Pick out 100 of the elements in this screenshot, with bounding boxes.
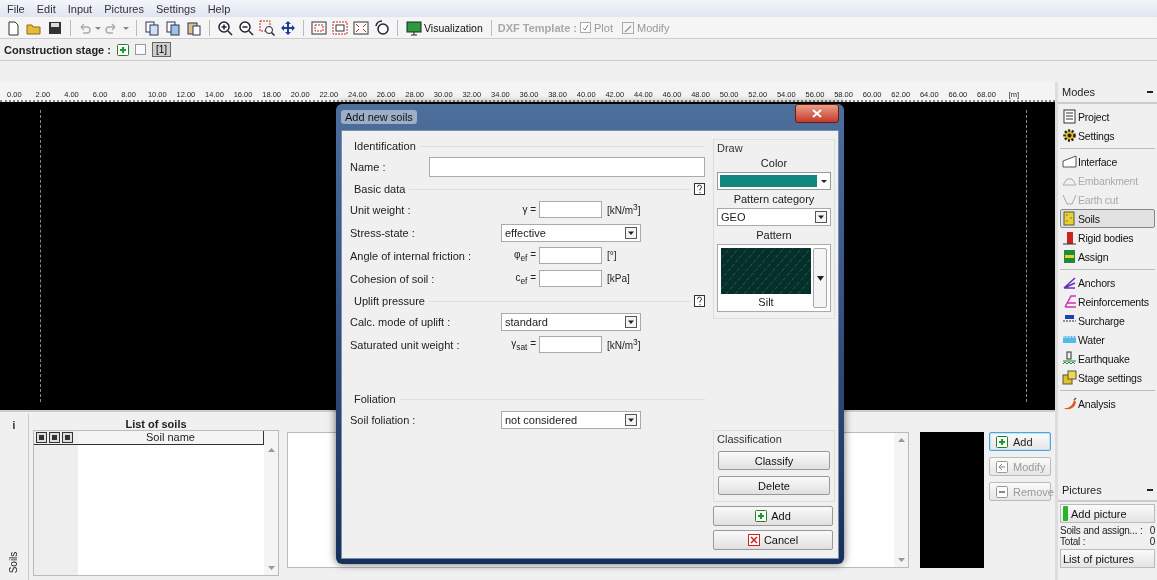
wedge-icon — [1062, 154, 1077, 169]
field-label: Calc. mode of uplift : — [350, 315, 452, 328]
number-field[interactable] — [539, 201, 602, 218]
remove-stage-icon[interactable] — [134, 44, 146, 55]
field-label: Unit weight : — [350, 203, 412, 216]
dropdown[interactable]: effective — [501, 223, 641, 242]
minus-icon — [996, 485, 1008, 498]
dropdown-arrow-icon[interactable] — [816, 275, 824, 281]
rotate-zoom-icon[interactable] — [374, 19, 390, 36]
copy-icon[interactable] — [165, 19, 181, 36]
count-label: Total : — [1060, 536, 1086, 547]
number-field[interactable] — [539, 336, 602, 353]
section-title: Foliation — [354, 393, 396, 405]
field-label: Cohesion of soil : — [350, 272, 436, 285]
stage-tab[interactable]: [1] — [151, 42, 172, 57]
unit-label: [kPa] — [607, 273, 630, 284]
count-value: 0 — [1149, 536, 1155, 547]
help-icon[interactable] — [694, 183, 705, 195]
soil-block-icon — [1062, 211, 1077, 226]
minimize-icon[interactable] — [1147, 90, 1153, 94]
dropdown[interactable]: standard — [501, 312, 641, 331]
group-title: Draw — [717, 142, 743, 154]
soil-action-button[interactable]: Add — [989, 432, 1051, 451]
mode-item[interactable]: Water — [1060, 330, 1155, 349]
new-file-icon[interactable] — [5, 19, 21, 36]
stage-settings-icon — [1062, 370, 1077, 385]
panel-title: Modes — [1062, 86, 1096, 98]
scroll-up-icon[interactable] — [897, 437, 905, 442]
field-label: Saturated unit weight : — [350, 338, 461, 351]
number-field[interactable] — [539, 247, 602, 264]
menu-item[interactable]: Settings — [155, 2, 196, 15]
mode-item[interactable]: Earthquake — [1060, 349, 1155, 368]
mode-item[interactable]: Stage settings — [1060, 368, 1155, 387]
mode-item[interactable]: Settings — [1060, 126, 1155, 145]
symbol-label: φ$_{ef}$ = — [512, 248, 537, 263]
menu-item[interactable]: Input — [67, 2, 93, 15]
add-button[interactable]: Add — [713, 506, 833, 526]
menu-item[interactable]: Pictures — [104, 2, 144, 15]
table-tool-icon[interactable] — [49, 432, 60, 443]
add-icon — [755, 510, 768, 522]
name-field[interactable] — [429, 156, 705, 177]
frame-icon[interactable] — [311, 19, 327, 36]
section-title: Basic data — [354, 183, 406, 195]
add-picture-button[interactable]: Add picture — [1060, 504, 1155, 523]
hatch-pattern-icon — [721, 248, 811, 294]
scroll-down-icon[interactable] — [267, 566, 275, 571]
reinforcement-icon — [1062, 294, 1077, 309]
close-icon[interactable] — [795, 104, 839, 123]
menu-item[interactable]: File — [7, 2, 25, 15]
move-arrows-icon[interactable] — [280, 19, 296, 36]
mode-item[interactable]: Interface — [1060, 152, 1155, 171]
mode-item[interactable]: Rigid bodies — [1060, 228, 1155, 247]
color-picker[interactable] — [717, 172, 831, 190]
dropdown-arrow-icon — [820, 177, 828, 185]
field-label: Angle of internal friction : — [350, 249, 473, 262]
zoom-box-icon[interactable] — [259, 19, 275, 36]
cancel-icon — [747, 534, 760, 546]
mode-item[interactable]: Analysis — [1060, 394, 1155, 413]
pattern-picker[interactable]: Silt — [717, 244, 831, 312]
dropdown[interactable]: not considered — [501, 410, 641, 429]
field-label: Pattern category — [733, 193, 815, 205]
unit-label: [kN/m$^{3}$] — [607, 202, 641, 217]
help-icon[interactable] — [694, 295, 705, 307]
menu-item[interactable]: Edit — [36, 2, 56, 15]
mode-item[interactable]: Project — [1060, 107, 1155, 126]
dropdown[interactable]: GEO — [717, 208, 831, 226]
panel-title: Pictures — [1062, 484, 1102, 496]
mode-item[interactable]: Reinforcements — [1060, 292, 1155, 311]
mode-item[interactable]: Assign — [1060, 247, 1155, 266]
zoom-out-icon[interactable] — [238, 19, 254, 36]
save-icon[interactable] — [47, 19, 63, 36]
group-title: Classification — [717, 433, 782, 445]
cancel-button[interactable]: Cancel — [713, 530, 833, 550]
paste-icon[interactable] — [186, 19, 202, 36]
field-label: Soil foliation : — [350, 413, 417, 426]
mode-item[interactable]: Soils — [1060, 209, 1155, 228]
classification-button[interactable]: Delete — [718, 476, 830, 495]
symbol-label: γ$_{sat}$ = — [510, 337, 537, 352]
unit-label: [°] — [607, 250, 617, 261]
list-of-pictures-button[interactable]: List of pictures — [1060, 549, 1155, 568]
list-icon — [1062, 109, 1077, 124]
panel-title: List of soils — [124, 418, 188, 430]
scroll-up-icon[interactable] — [267, 447, 275, 452]
symbol-label: γ = — [521, 204, 537, 215]
number-field[interactable] — [539, 270, 602, 287]
mode-item[interactable]: Surcharge — [1060, 311, 1155, 330]
visualization-button[interactable]: Visualization — [404, 18, 485, 37]
fit-frame-icon[interactable] — [353, 19, 369, 36]
mode-item[interactable]: Anchors — [1060, 273, 1155, 292]
table-tool-icon[interactable] — [62, 432, 73, 443]
menu-item[interactable]: Help — [207, 2, 231, 15]
scroll-down-icon[interactable] — [897, 558, 905, 563]
zoom-in-icon[interactable] — [217, 19, 233, 36]
copy-icon[interactable] — [144, 19, 160, 36]
column-header[interactable]: Soil name — [78, 431, 264, 445]
table-tool-icon[interactable] — [36, 432, 47, 443]
classification-button[interactable]: Classify — [718, 451, 830, 470]
frame-icon[interactable] — [332, 19, 348, 36]
symbol-label: c$_{ef}$ = — [514, 271, 537, 286]
minimize-icon[interactable] — [1147, 488, 1153, 492]
